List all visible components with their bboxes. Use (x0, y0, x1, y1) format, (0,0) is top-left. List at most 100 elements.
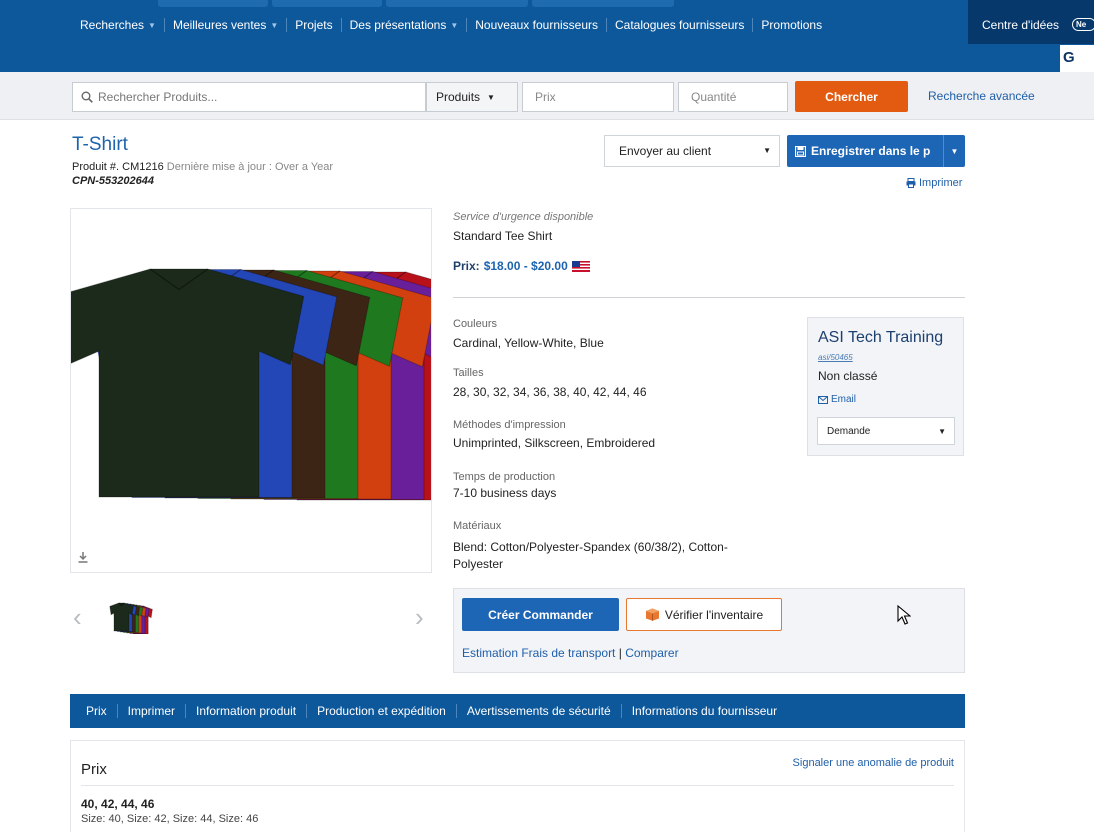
supplier-name[interactable]: ASI Tech Training (818, 329, 943, 347)
quantity-input[interactable]: Quantité (678, 82, 788, 112)
search-button[interactable]: Chercher (795, 81, 908, 112)
product-number: Produit #. CM1216 Dernière mise à jour :… (72, 161, 333, 173)
box-icon (645, 608, 659, 621)
product-subtitle: Standard Tee Shirt (453, 229, 553, 243)
chevron-left-icon[interactable]: ‹ (73, 604, 82, 630)
check-inventory-label: Vérifier l'inventaire (664, 607, 764, 622)
cpn-number: CPN-553202644 (72, 175, 154, 187)
chevron-down-icon[interactable]: ▼ (943, 135, 965, 167)
tab-production-expedition[interactable]: Production et expédition (307, 704, 456, 718)
compare-link[interactable]: Comparer (625, 646, 678, 660)
nav-item-label: Promotions (761, 18, 823, 32)
chevron-down-icon: ▼ (148, 20, 156, 30)
nav-item-label: Meilleures ventes (172, 18, 267, 32)
chevron-down-icon: ▼ (938, 427, 946, 436)
nav-item-label: Catalogues fournisseurs (615, 18, 745, 32)
nav-item-centre-idees[interactable]: Centre d'idées Ne (968, 0, 1094, 44)
nav-item-nouveaux-fournisseurs[interactable]: Nouveaux fournisseurs (467, 18, 606, 32)
send-to-client-select[interactable]: Envoyer au client ▼ (604, 135, 780, 167)
nav-tab-strip (0, 0, 1094, 7)
detail-label-materials: Matériaux (453, 520, 502, 532)
us-flag-icon (571, 260, 590, 272)
detail-label-sizes: Tailles (453, 367, 484, 379)
tab-avertissements[interactable]: Avertissements de sécurité (457, 704, 621, 718)
save-to-project-label: Enregistrer dans le p (811, 144, 931, 158)
chevron-down-icon: ▼ (763, 146, 771, 155)
detail-label-colors: Couleurs (453, 318, 498, 330)
create-order-button[interactable]: Créer Commander (462, 598, 619, 631)
divider (81, 785, 954, 786)
nav-item-presentations[interactable]: Des présentations ▼ (342, 18, 467, 32)
nav-item-promotions[interactable]: Promotions (753, 18, 830, 32)
chevron-down-icon: ▼ (270, 20, 279, 30)
price-section-title: Prix (81, 761, 107, 778)
nav-item-recherches[interactable]: Recherches ▼ (72, 18, 164, 32)
print-link[interactable]: Imprimer (906, 177, 962, 189)
send-to-client-label: Envoyer au client (619, 144, 712, 158)
nav-item-label: Projets (295, 18, 333, 32)
chevron-down-icon: ▼ (487, 92, 495, 102)
new-badge: Ne (1072, 18, 1094, 31)
search-placeholder: Rechercher Produits... (98, 90, 218, 104)
demand-select[interactable]: Demande ▼ (817, 417, 955, 445)
price-sizes-detail: Size: 40, Size: 42, Size: 44, Size: 46 (81, 813, 259, 825)
tab-information-produit[interactable]: Information produit (186, 704, 306, 718)
search-bar: Rechercher Produits... Produits ▼ Prix Q… (0, 72, 1094, 120)
report-anomaly-link[interactable]: Signaler une anomalie de produit (793, 757, 954, 769)
save-icon (795, 145, 806, 157)
tab-informations-fournisseur[interactable]: Informations du fournisseur (622, 704, 787, 718)
check-inventory-button[interactable]: Vérifier l'inventaire (626, 598, 782, 631)
detail-label-production: Temps de production (453, 471, 556, 483)
detail-value-materials-cont: Polyester (453, 557, 504, 571)
tab-strip-segment (386, 0, 528, 7)
email-label: Email (831, 394, 857, 405)
price-line: Prix: $18.00 - $20.00 (453, 259, 590, 273)
divider (453, 297, 965, 298)
nav-item-label: Nouveaux fournisseurs (475, 18, 598, 32)
mouse-cursor-icon (897, 605, 911, 625)
supplier-card: ASI Tech Training asi/50465 Non classé E… (807, 317, 964, 456)
product-image-panel[interactable] (70, 208, 432, 573)
print-label: Imprimer (919, 177, 963, 189)
search-input[interactable]: Rechercher Produits... (72, 82, 426, 112)
product-tabs: Prix Imprimer Information produit Produc… (70, 694, 965, 728)
order-panel: Créer Commander Vérifier l'inventaire Es… (453, 588, 965, 673)
search-scope-label: Produits (436, 90, 481, 104)
price-input[interactable]: Prix (522, 82, 674, 112)
tab-prix[interactable]: Prix (76, 704, 117, 718)
detail-value-methods: Unimprinted, Silkscreen, Embroidered (453, 436, 656, 450)
link-separator: | (618, 646, 622, 660)
price-label: Prix: (453, 259, 480, 273)
nav-item-label: Des présentations (349, 18, 447, 32)
product-thumbnail[interactable] (107, 600, 153, 635)
email-icon (818, 395, 828, 404)
download-icon[interactable] (78, 552, 88, 563)
product-image (71, 268, 431, 501)
quantity-placeholder: Quantité (691, 90, 737, 104)
price-sizes-heading: 40, 42, 44, 46 (81, 797, 155, 811)
detail-label-methods: Méthodes d'impression (453, 419, 566, 431)
nav-menu: Recherches ▼ Meilleures ventes ▼ Projets D… (72, 14, 830, 36)
nav-item-label: Centre d'idées (982, 18, 1060, 32)
search-scope-select[interactable]: Produits ▼ (426, 82, 518, 112)
gi-logo-text: G (1063, 49, 1075, 66)
tab-imprimer[interactable]: Imprimer (118, 704, 185, 718)
order-links: Estimation Frais de transport | Comparer (462, 646, 679, 660)
search-icon (81, 91, 93, 103)
nav-item-projets[interactable]: Projets (287, 18, 340, 32)
supplier-email-link[interactable]: Email (818, 394, 856, 405)
supplier-id[interactable]: asi/50465 (818, 353, 853, 362)
advanced-search-link[interactable]: Recherche avancée (928, 89, 1035, 103)
detail-value-colors: Cardinal, Yellow-White, Blue (453, 336, 604, 350)
nav-item-catalogues[interactable]: Catalogues fournisseurs (607, 18, 752, 32)
shipping-estimate-link[interactable]: Estimation Frais de transport (462, 646, 615, 660)
tab-strip-segment (272, 0, 382, 7)
tab-strip-segment (158, 0, 268, 7)
save-to-project-button[interactable]: Enregistrer dans le p ▼ (787, 135, 965, 167)
rush-service-label: Service d'urgence disponible (453, 211, 594, 223)
gi-logo[interactable]: G (1060, 45, 1094, 72)
nav-item-meilleures-ventes[interactable]: Meilleures ventes ▼ (165, 18, 286, 32)
product-number-label: Produit #. CM1216 (72, 161, 164, 173)
price-placeholder: Prix (535, 90, 556, 104)
chevron-right-icon[interactable]: › (415, 604, 424, 630)
